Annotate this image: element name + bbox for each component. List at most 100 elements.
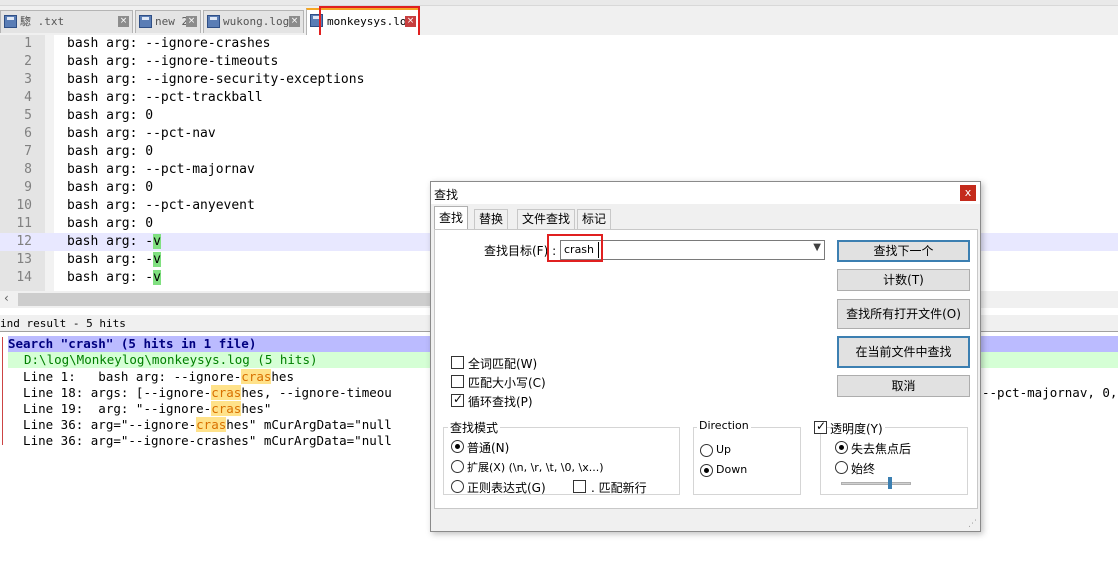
find-tab-panel: 查找目标(F) : crash ▼ 查找下一个 计数(T) 查找所有打开文件(O… xyxy=(434,229,978,509)
result-text: hes xyxy=(271,369,294,384)
tab-label: wukong.log xyxy=(223,15,290,28)
match-case-checkbox[interactable] xyxy=(451,375,464,388)
line-text: bash arg: --pct-trackball xyxy=(67,90,263,105)
line-text: bash arg: 0 xyxy=(67,180,154,195)
whole-word-label[interactable]: 全词匹配(W) xyxy=(468,355,537,372)
find-target-label: 查找目标(F) : xyxy=(484,244,557,258)
regex-mode-label[interactable]: 正则表达式(G) xyxy=(467,479,546,496)
line-text: bash arg: --pct-anyevent xyxy=(67,198,255,213)
scroll-left-icon[interactable]: ‹ xyxy=(4,291,9,305)
match-highlight: cras xyxy=(211,385,242,400)
result-overflow-text: --pct-majornav, 0, xyxy=(982,385,1118,400)
line-text: bash arg: 0 xyxy=(67,108,154,123)
line-number: 6 xyxy=(24,126,32,141)
tab-txt-file[interactable]: 騘 .txt × xyxy=(0,10,133,33)
direction-down-label[interactable]: Down xyxy=(716,463,747,476)
regex-mode-radio[interactable] xyxy=(451,480,464,493)
transparency-checkbox[interactable] xyxy=(814,419,827,434)
direction-up-radio[interactable] xyxy=(700,444,713,457)
line-text: bash arg: -v xyxy=(67,270,161,285)
result-text: Line 19: arg: "--ignore- xyxy=(8,401,212,416)
result-text: hes" xyxy=(241,401,272,416)
code-line[interactable]: 4 bash arg: --pct-trackball xyxy=(0,89,1118,107)
line-number: 3 xyxy=(24,72,32,87)
line-text: bash arg: 0 xyxy=(67,216,154,231)
count-button[interactable]: 计数(T) xyxy=(837,269,970,291)
on-lose-focus-radio[interactable] xyxy=(835,441,848,454)
line-text: bash arg: --ignore-timeouts xyxy=(67,54,279,69)
match-highlight: cras xyxy=(211,401,242,416)
wrap-around-label[interactable]: 循环查找(P) xyxy=(468,393,533,410)
line-text: bash arg: --ignore-crashes xyxy=(67,36,271,51)
line-text: bash arg: --pct-majornav xyxy=(67,162,255,177)
wrap-around-checkbox[interactable] xyxy=(451,392,464,407)
slider-handle[interactable] xyxy=(888,477,892,489)
save-file-icon xyxy=(139,15,152,28)
dot-matches-newline-checkbox[interactable] xyxy=(573,480,586,493)
fold-marker xyxy=(2,337,7,445)
scrollbar-thumb[interactable] xyxy=(18,293,430,306)
code-line[interactable]: 6 bash arg: --pct-nav xyxy=(0,125,1118,143)
tab-new-2[interactable]: new 2 × xyxy=(135,10,201,33)
code-line[interactable]: 8 bash arg: --pct-majornav xyxy=(0,161,1118,179)
annotation-highlight-box xyxy=(547,234,603,262)
transparency-label[interactable]: 透明度(Y) xyxy=(830,420,885,437)
tab-mark[interactable]: 标记 xyxy=(577,209,612,229)
line-number: 8 xyxy=(24,162,32,177)
dialog-title: 查找 xyxy=(434,188,459,202)
result-text: Line 36: arg="--ignore- xyxy=(8,417,197,432)
on-lose-focus-label[interactable]: 失去焦点后 xyxy=(851,440,911,457)
selection-highlight: v xyxy=(153,234,161,249)
tab-find-in-files[interactable]: 文件查找 xyxy=(517,209,576,229)
tab-label: 騘 .txt xyxy=(20,15,65,28)
close-tab-icon[interactable]: × xyxy=(118,16,129,27)
code-line[interactable]: 3 bash arg: --ignore-security-exceptions xyxy=(0,71,1118,89)
tab-wukong-log[interactable]: wukong.log × xyxy=(203,10,304,33)
match-case-label[interactable]: 匹配大小写(C) xyxy=(468,374,546,391)
close-tab-icon[interactable]: × xyxy=(186,16,197,27)
line-number: 13 xyxy=(16,252,32,267)
result-text: hes" mCurArgData="null xyxy=(226,417,392,432)
extended-mode-label[interactable]: 扩展(X) (\n, \r, \t, \0, \x...) xyxy=(467,459,604,475)
line-text: bash arg: -v xyxy=(67,234,161,249)
dot-matches-newline-label[interactable]: . 匹配新行 xyxy=(591,479,647,496)
code-line[interactable]: 1 bash arg: --ignore-crashes xyxy=(0,35,1118,53)
find-next-button[interactable]: 查找下一个 xyxy=(837,240,970,262)
line-text: bash arg: --pct-nav xyxy=(67,126,216,141)
always-radio[interactable] xyxy=(835,461,848,474)
line-number: 9 xyxy=(24,180,32,195)
whole-word-checkbox[interactable] xyxy=(451,356,464,369)
line-number: 10 xyxy=(16,198,32,213)
extended-mode-radio[interactable] xyxy=(451,460,464,473)
direction-label: Direction xyxy=(697,419,751,432)
code-line[interactable]: 2 bash arg: --ignore-timeouts xyxy=(0,53,1118,71)
resize-grip-icon[interactable]: ⋰ xyxy=(968,519,977,529)
dialog-titlebar[interactable]: 查找 x xyxy=(431,182,980,204)
direction-down-radio[interactable] xyxy=(700,464,713,477)
chevron-down-icon[interactable]: ▼ xyxy=(813,242,821,253)
code-line[interactable]: 7 bash arg: 0 xyxy=(0,143,1118,161)
transparency-slider[interactable] xyxy=(841,482,911,485)
line-number: 12 xyxy=(16,234,32,249)
result-text: Line 18: args: [--ignore- xyxy=(8,385,212,400)
always-label[interactable]: 始终 xyxy=(851,460,875,477)
line-number: 7 xyxy=(24,144,32,159)
cancel-button[interactable]: 取消 xyxy=(837,375,970,397)
tab-replace[interactable]: 替换 xyxy=(474,209,509,229)
normal-mode-radio[interactable] xyxy=(451,440,464,453)
result-text: hes, --ignore-timeou xyxy=(241,385,392,400)
direction-group xyxy=(693,427,801,495)
tab-find[interactable]: 查找 xyxy=(434,206,469,230)
result-text: Line 1: bash arg: --ignore- xyxy=(8,369,242,384)
find-all-open-docs-button[interactable]: 查找所有打开文件(O) xyxy=(837,299,970,329)
close-icon[interactable]: x xyxy=(960,185,976,201)
direction-up-label[interactable]: Up xyxy=(716,443,731,456)
close-tab-icon[interactable]: × xyxy=(289,16,300,27)
find-all-current-doc-button[interactable]: 在当前文件中查找 xyxy=(837,336,970,368)
selection-highlight: v xyxy=(153,252,161,267)
result-text: Line 36: arg="--ignore-crashes" mCurArgD… xyxy=(8,433,392,448)
toolbar-strip xyxy=(0,0,1118,6)
find-dialog: 查找 x 查找 替换 文件查找 标记 查找目标(F) : crash ▼ 查找下… xyxy=(430,181,981,532)
code-line[interactable]: 5 bash arg: 0 xyxy=(0,107,1118,125)
normal-mode-label[interactable]: 普通(N) xyxy=(467,439,509,456)
